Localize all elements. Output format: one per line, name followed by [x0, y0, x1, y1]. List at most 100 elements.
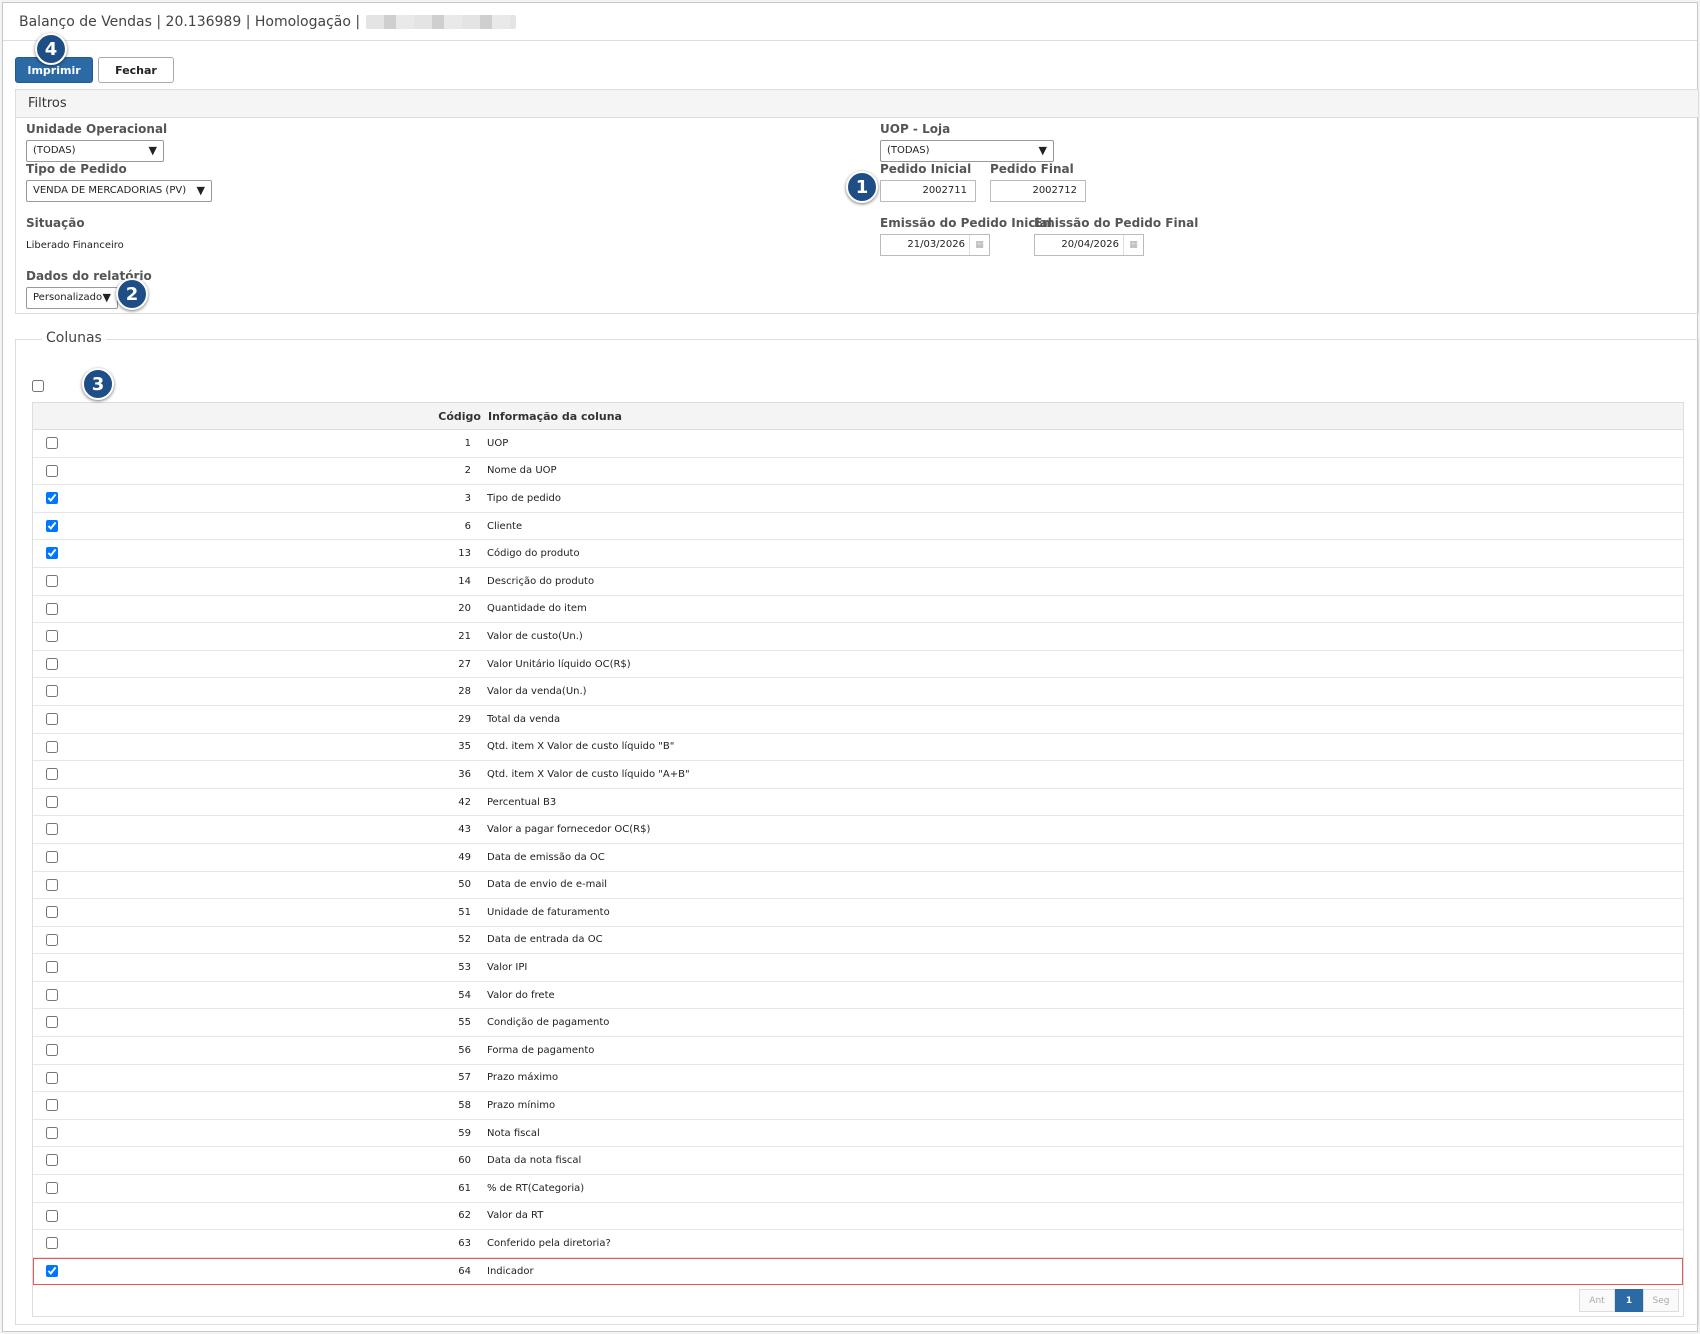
unidade-operacional-value: (TODAS): [33, 145, 76, 156]
column-checkbox[interactable]: [46, 437, 58, 449]
table-row[interactable]: 64 Indicador: [33, 1257, 1683, 1286]
column-info: Percentual B3: [487, 796, 557, 808]
table-row[interactable]: 55 Condição de pagamento: [33, 1009, 1683, 1038]
column-checkbox[interactable]: [46, 1182, 58, 1195]
table-row[interactable]: 62 Valor da RT: [33, 1203, 1683, 1231]
column-info: Valor do frete: [487, 989, 555, 1001]
column-info: UOP: [487, 437, 509, 449]
column-checkbox[interactable]: [46, 961, 58, 974]
column-checkbox[interactable]: [46, 906, 58, 919]
emissao-final-value: 20/04/2026: [1061, 239, 1119, 250]
column-checkbox[interactable]: [46, 630, 58, 643]
table-row[interactable]: 13 Código do produto: [33, 540, 1683, 568]
filters-panel: Filtros Unidade Operacional (TODAS) ▼ Ti…: [15, 89, 1699, 314]
table-row[interactable]: 29 Total da venda: [33, 706, 1683, 734]
column-checkbox[interactable]: [46, 878, 58, 891]
column-checkbox[interactable]: [46, 547, 58, 560]
column-checkbox[interactable]: [46, 1099, 58, 1112]
tipo-pedido-select[interactable]: VENDA DE MERCADORIAS (PV) ▼: [26, 180, 212, 202]
table-row[interactable]: 51 Unidade de faturamento: [33, 899, 1683, 927]
table-row[interactable]: 53 Valor IPI: [33, 954, 1683, 982]
column-info: Qtd. item X Valor de custo líquido "B": [487, 741, 675, 753]
column-code: 27: [458, 658, 471, 670]
table-row[interactable]: 28 Valor da venda(Un.): [33, 678, 1683, 706]
column-checkbox[interactable]: [46, 712, 58, 725]
table-row[interactable]: 35 Qtd. item X Valor de custo líquido "B": [33, 734, 1683, 762]
column-checkbox[interactable]: [46, 1016, 58, 1029]
column-checkbox[interactable]: [46, 933, 58, 946]
column-checkbox[interactable]: [46, 740, 58, 753]
unidade-operacional-select[interactable]: (TODAS) ▼: [26, 140, 164, 162]
columns-panel: Colunas 3 Código Informação da coluna 1 U…: [15, 330, 1699, 1325]
column-info: Tipo de pedido: [487, 492, 561, 504]
table-row[interactable]: 20 Quantidade do item: [33, 596, 1683, 624]
toolbar: Imprimir Fechar: [15, 57, 174, 83]
column-checkbox[interactable]: [46, 1044, 58, 1057]
column-checkbox[interactable]: [46, 574, 58, 587]
column-checkbox[interactable]: [46, 1071, 58, 1084]
header-info: Informação da coluna: [488, 409, 622, 423]
table-row[interactable]: 14 Descrição do produto: [33, 568, 1683, 596]
column-checkbox[interactable]: [46, 850, 58, 863]
table-row[interactable]: 54 Valor do frete: [33, 982, 1683, 1010]
column-code: 14: [458, 575, 471, 587]
column-code: 13: [458, 548, 471, 560]
table-row[interactable]: 42 Percentual B3: [33, 789, 1683, 817]
pedido-inicial-input[interactable]: 2002711: [880, 180, 976, 202]
table-row[interactable]: 63 Conferido pela diretoria?: [33, 1230, 1683, 1258]
table-row[interactable]: 43 Valor a pagar fornecedor OC(R$): [33, 816, 1683, 844]
column-info: Valor da RT: [487, 1210, 544, 1222]
column-checkbox[interactable]: [46, 464, 58, 477]
table-row[interactable]: 59 Nota fiscal: [33, 1120, 1683, 1148]
uop-loja-select[interactable]: (TODAS) ▼: [880, 140, 1054, 162]
calendar-icon[interactable]: ▦: [969, 235, 989, 255]
table-row[interactable]: 2 Nome da UOP: [33, 458, 1683, 486]
close-button[interactable]: Fechar: [98, 57, 174, 83]
column-checkbox[interactable]: [46, 988, 58, 1001]
column-checkbox[interactable]: [46, 1126, 58, 1139]
page-1-button[interactable]: 1: [1615, 1289, 1643, 1312]
select-all-checkbox[interactable]: [32, 380, 44, 392]
next-page-button[interactable]: Seg: [1643, 1289, 1679, 1312]
table-row[interactable]: 57 Prazo máximo: [33, 1065, 1683, 1093]
table-row[interactable]: 6 Cliente: [33, 513, 1683, 541]
calendar-icon[interactable]: ▦: [1123, 235, 1143, 255]
column-checkbox[interactable]: [46, 1154, 58, 1167]
table-row[interactable]: 1 UOP: [33, 430, 1683, 458]
column-info: Quantidade do item: [487, 603, 587, 615]
table-row[interactable]: 58 Prazo mínimo: [33, 1092, 1683, 1120]
table-row[interactable]: 52 Data de entrada da OC: [33, 927, 1683, 955]
app-window: Balanço de Vendas | 20.136989 | Homologa…: [2, 2, 1699, 1332]
emissao-final-label: Emissão do Pedido Final: [1034, 216, 1199, 230]
pedido-final-input[interactable]: 2002712: [990, 180, 1086, 202]
column-checkbox[interactable]: [46, 768, 58, 781]
column-checkbox[interactable]: [46, 657, 58, 670]
table-row[interactable]: 27 Valor Unitário líquido OC(R$): [33, 651, 1683, 679]
column-checkbox[interactable]: [46, 492, 58, 505]
table-row[interactable]: 49 Data de emissão da OC: [33, 844, 1683, 872]
column-info: Prazo mínimo: [487, 1100, 556, 1112]
table-row[interactable]: 61 % de RT(Categoria): [33, 1175, 1683, 1203]
column-checkbox[interactable]: [46, 1237, 58, 1250]
column-checkbox[interactable]: [46, 823, 58, 836]
table-row[interactable]: 21 Valor de custo(Un.): [33, 623, 1683, 651]
table-row[interactable]: 50 Data de envio de e-mail: [33, 872, 1683, 900]
prev-page-button[interactable]: Ant: [1579, 1289, 1615, 1312]
column-checkbox[interactable]: [46, 519, 58, 532]
table-row[interactable]: 3 Tipo de pedido: [33, 485, 1683, 513]
redacted-title-segment: [366, 14, 517, 29]
table-row[interactable]: 56 Forma de pagamento: [33, 1037, 1683, 1065]
column-checkbox[interactable]: [46, 795, 58, 808]
table-row[interactable]: 36 Qtd. item X Valor de custo líquido "A+…: [33, 761, 1683, 789]
column-info: Valor a pagar fornecedor OC(R$): [487, 824, 651, 836]
emissao-final-date[interactable]: 20/04/2026 ▦: [1034, 234, 1144, 256]
column-code: 53: [458, 962, 471, 974]
emissao-inicial-date[interactable]: 21/03/2026 ▦: [880, 234, 990, 256]
column-checkbox[interactable]: [46, 602, 58, 615]
column-checkbox[interactable]: [46, 685, 58, 698]
column-info: Forma de pagamento: [487, 1044, 595, 1056]
column-checkbox[interactable]: [46, 1209, 58, 1222]
dados-relatorio-select[interactable]: Personalizado ▼: [26, 287, 118, 309]
column-checkbox[interactable]: [46, 1264, 58, 1277]
table-row[interactable]: 60 Data da nota fiscal: [33, 1147, 1683, 1176]
